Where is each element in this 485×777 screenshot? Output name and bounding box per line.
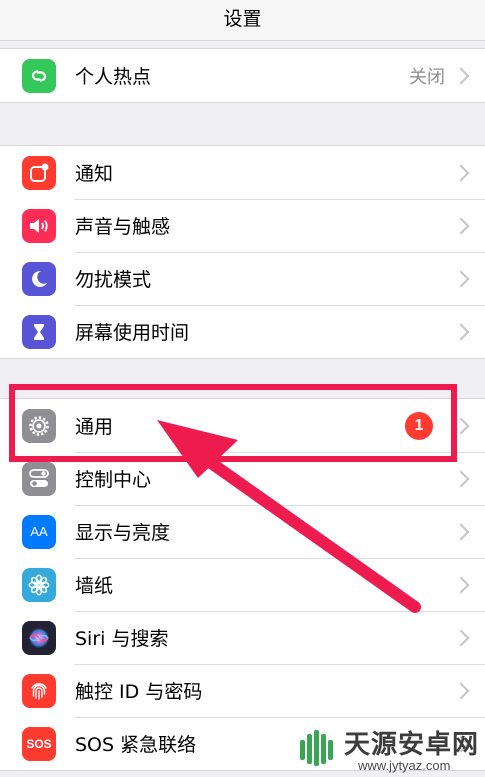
settings-row-label: 触控 ID 与密码: [75, 681, 203, 703]
chevron-right-icon: [452, 323, 470, 340]
settings-row-label: 通知: [75, 163, 114, 185]
settings-row-label: 控制中心: [75, 469, 152, 491]
settings-row-label: SOS 紧急联络: [75, 734, 197, 756]
speaker-icon: [22, 208, 56, 243]
settings-row-control-center[interactable]: 控制中心: [0, 452, 485, 505]
settings-row-general[interactable]: 通用 1: [0, 399, 485, 452]
text-size-glyph: AA: [30, 524, 48, 539]
toggle-switch-icon: [22, 461, 56, 496]
fingerprint-icon: [22, 673, 56, 708]
settings-row-siri-search[interactable]: Siri 与搜索: [0, 611, 485, 664]
settings-row-label: 屏幕使用时间: [75, 322, 190, 344]
watermark-logo-icon: [300, 730, 333, 766]
chevron-right-icon: [452, 417, 470, 434]
watermark: 天源安卓网 www.jytyaz.com: [296, 722, 485, 777]
page-title: 设置: [223, 8, 262, 30]
settings-row-sounds-haptics[interactable]: 声音与触感: [0, 199, 485, 252]
gear-icon: [22, 408, 56, 443]
settings-row-label: Siri 与搜索: [75, 628, 169, 650]
settings-row-label: 通用: [75, 416, 114, 438]
chevron-right-icon: [452, 270, 470, 287]
moon-icon: [22, 261, 56, 296]
settings-row-label: 墙纸: [75, 575, 114, 597]
settings-row-label: 勿扰模式: [75, 269, 152, 291]
settings-row-screen-time[interactable]: 屏幕使用时间: [0, 305, 485, 358]
chevron-right-icon: [452, 629, 470, 646]
settings-row-label: 显示与亮度: [75, 522, 171, 544]
hourglass-icon: [22, 314, 56, 349]
chevron-right-icon: [452, 217, 470, 234]
settings-row-touch-id-passcode[interactable]: 触控 ID 与密码: [0, 664, 485, 717]
settings-group-general: 通用 1 控制中心 AA 显示与亮度 墙纸 Siri 与搜索 触控 ID 与密码…: [0, 398, 485, 771]
settings-row-wallpaper[interactable]: 墙纸: [0, 558, 485, 611]
sos-glyph: SOS: [26, 736, 52, 751]
watermark-title: 天源安卓网: [344, 730, 480, 760]
flower-icon: [22, 567, 56, 602]
settings-row-display-brightness[interactable]: AA 显示与亮度: [0, 505, 485, 558]
settings-row-personal-hotspot[interactable]: 个人热点 关闭: [0, 49, 485, 102]
settings-row-notifications[interactable]: 通知: [0, 146, 485, 199]
siri-icon: [22, 620, 56, 655]
chevron-right-icon: [452, 470, 470, 487]
chevron-right-icon: [452, 523, 470, 540]
settings-row-do-not-disturb[interactable]: 勿扰模式: [0, 252, 485, 305]
text-size-icon: AA: [22, 514, 56, 549]
chevron-right-icon: [452, 164, 470, 181]
chevron-right-icon: [452, 67, 470, 84]
chevron-right-icon: [452, 682, 470, 699]
sos-icon: SOS: [22, 726, 56, 761]
watermark-url: www.jytyaz.com: [358, 758, 451, 773]
chevron-right-icon: [452, 576, 470, 593]
link-chain-icon: [22, 58, 56, 93]
settings-group-network: 个人热点 关闭: [0, 48, 485, 103]
settings-group-notifications: 通知 声音与触感 勿扰模式 屏幕使用时间: [0, 145, 485, 359]
update-badge: 1: [405, 411, 433, 440]
navigation-bar: 设置: [0, 0, 485, 41]
notification-icon: [22, 155, 56, 190]
hotspot-status-value: 关闭: [409, 66, 445, 88]
settings-row-label: 个人热点: [75, 66, 152, 88]
settings-row-label: 声音与触感: [75, 216, 171, 238]
